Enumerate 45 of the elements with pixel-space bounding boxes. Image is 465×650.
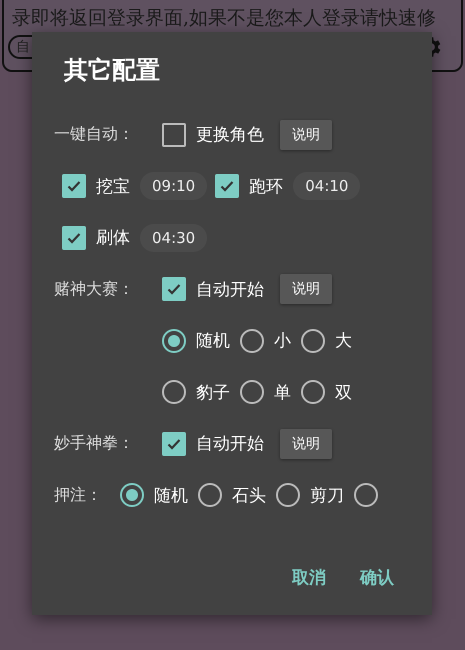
radio-label: 双 [335, 382, 352, 404]
task-label: 挖宝 [96, 176, 130, 198]
checkbox[interactable] [162, 122, 186, 147]
radio-label: 剪刀 [310, 484, 344, 507]
option-label: 押注： [54, 484, 103, 506]
time-field[interactable]: 09:10 [140, 172, 208, 200]
task-label: 跑环 [249, 176, 284, 198]
notice-text: 录即将返回登录界面,如果不是您本人登录请快速修 [12, 6, 438, 31]
radio-label: 随机 [154, 484, 188, 507]
help-button[interactable]: 说明 [280, 428, 332, 459]
radio-button[interactable] [198, 483, 222, 508]
radio-button[interactable] [162, 380, 186, 404]
radio-button[interactable] [162, 328, 186, 353]
radio-label: 豹子 [196, 382, 230, 404]
radio-button[interactable] [301, 328, 325, 353]
radio-button[interactable] [240, 328, 264, 353]
help-button[interactable]: 说明 [280, 120, 332, 150]
dialog-button[interactable]: 确认 [358, 562, 396, 593]
option-label: 赌神大赛： [54, 278, 135, 300]
radio-button[interactable] [240, 380, 264, 404]
radio-button[interactable] [301, 380, 325, 404]
radio-button[interactable] [120, 483, 144, 508]
checkbox-label: 更换角色 [196, 124, 264, 146]
checkbox[interactable] [162, 277, 186, 302]
radio-label: 小 [274, 330, 291, 352]
checkbox[interactable] [62, 226, 86, 250]
radio-button[interactable] [354, 483, 378, 508]
checkbox[interactable] [162, 432, 186, 456]
dialog-button[interactable]: 取消 [290, 562, 328, 593]
radio-label: 大 [335, 330, 352, 352]
checkbox[interactable] [215, 174, 240, 198]
radio-label: 石头 [232, 484, 266, 507]
option-label: 妙手神拳： [54, 433, 135, 454]
time-field[interactable]: 04:10 [293, 172, 360, 200]
radio-label: 随机 [196, 330, 230, 352]
time-field[interactable]: 04:30 [140, 224, 208, 252]
radio-button[interactable] [276, 483, 300, 508]
help-button[interactable]: 说明 [280, 274, 332, 304]
dialog-title: 其它配置 [64, 54, 161, 86]
checkbox[interactable] [62, 174, 86, 198]
checkbox-label: 自动开始 [196, 433, 264, 456]
radio-label: 单 [274, 382, 291, 404]
checkbox-label: 自动开始 [196, 278, 264, 301]
task-label: 刷体 [96, 227, 130, 250]
option-label: 一键自动： [54, 124, 135, 146]
